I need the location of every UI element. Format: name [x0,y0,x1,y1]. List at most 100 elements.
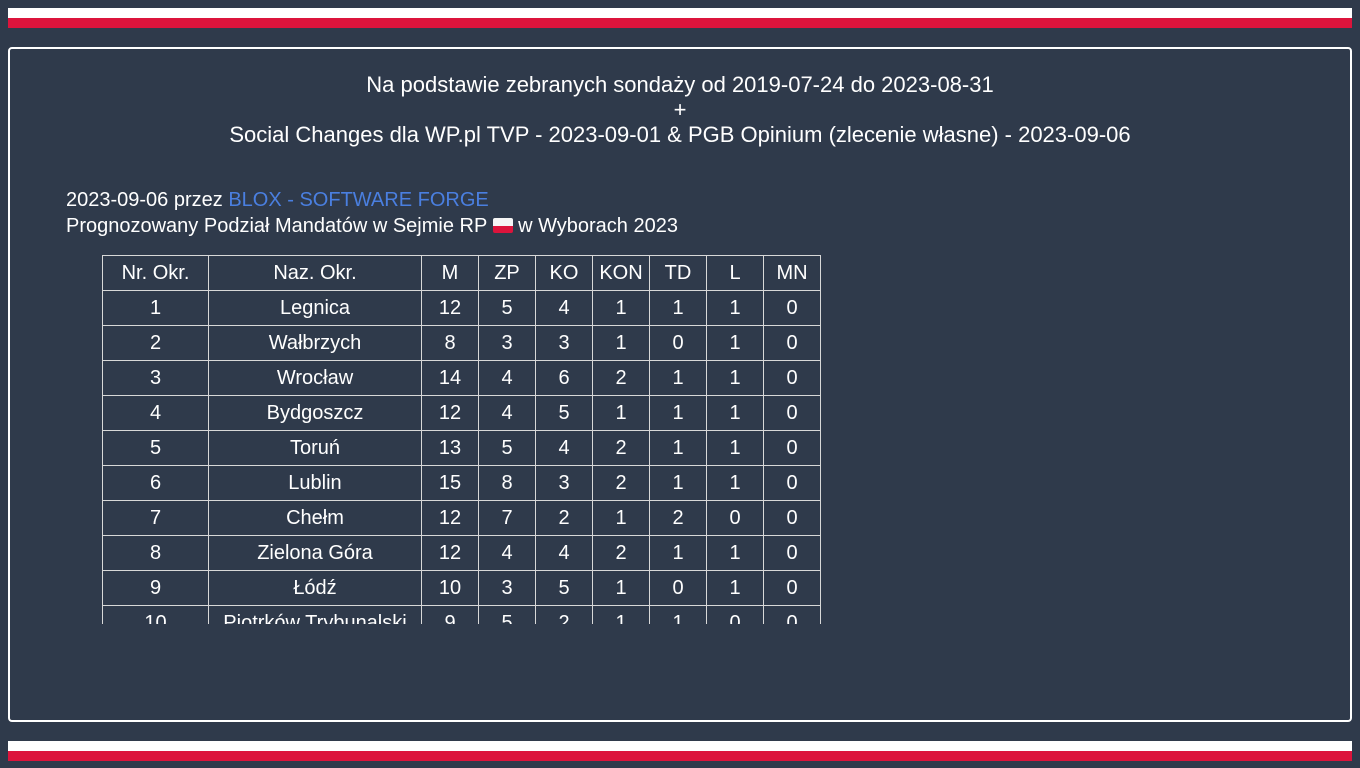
table-cell: 12 [421,395,479,431]
table-cell: 4 [478,395,536,431]
table-cell: 7 [102,500,209,536]
table-cell: 6 [535,360,593,396]
table-cell: 0 [763,395,821,431]
table-cell: 1 [649,430,707,466]
table-cell: Piotrków Trybunalski [208,605,422,624]
subtitle: Prognozowany Podział Mandatów w Sejmie R… [66,213,678,239]
poland-flag-icon [492,218,513,233]
table-row: 9 Łódź 10 3 5 1 0 1 0 [102,570,821,606]
flag-white-band [8,8,1352,18]
table-cell: 12 [421,500,479,536]
table-row: 4 Bydgoszcz 12 4 5 1 1 1 0 [102,395,821,431]
flag-white-band [8,741,1352,751]
table-cell: 5 [478,430,536,466]
results-panel: Na podstawie zebranych sondaży od 2019-0… [8,47,1352,722]
seats-table: Nr. Okr. Naz. Okr. M ZP KO KON TD L MN 1 Legnica 1… [102,255,821,624]
table-cell: 8 [421,325,479,361]
table-row: 1 Legnica 12 5 4 1 1 1 0 [102,290,821,326]
table-cell: 10 [421,570,479,606]
table-cell: 0 [763,570,821,606]
table-cell: 1 [706,570,764,606]
column-header: TD [649,255,707,291]
table-cell: 2 [592,465,650,501]
column-header: M [421,255,479,291]
table-row: 6 Lublin 15 8 3 2 1 1 0 [102,465,821,501]
table-cell: 0 [763,535,821,571]
table-cell: 12 [421,290,479,326]
table-cell: 1 [649,465,707,501]
table-cell: 12 [421,535,479,571]
heading-line-3: Social Changes dla WP.pl TVP - 2023-09-0… [229,122,1131,147]
table-cell: 1 [706,395,764,431]
table-cell: 2 [102,325,209,361]
table-cell: 1 [649,290,707,326]
flag-stripe-top [8,8,1352,28]
heading-line-1: Na podstawie zebranych sondaży od 2019-0… [366,72,994,97]
table-cell: Zielona Góra [208,535,422,571]
table-cell: 1 [592,605,650,624]
table-cell: 0 [763,430,821,466]
table-cell: 0 [763,360,821,396]
table-cell: 1 [649,395,707,431]
table-cell: 2 [535,500,593,536]
table-row: 5 Toruń 13 5 4 2 1 1 0 [102,430,821,466]
table-cell: 4 [535,430,593,466]
table-scroll-area[interactable]: Nr. Okr. Naz. Okr. M ZP KO KON TD L MN 1 Legnica 1… [102,255,842,624]
column-header: MN [763,255,821,291]
column-header: Naz. Okr. [208,255,422,291]
table-cell: Łódź [208,570,422,606]
table-cell: Wrocław [208,360,422,396]
column-header: ZP [478,255,536,291]
table-header-row: Nr. Okr. Naz. Okr. M ZP KO KON TD L MN [102,255,821,291]
table-cell: 6 [102,465,209,501]
table-cell: 0 [763,605,821,624]
table-cell: 2 [592,430,650,466]
table-row: 3 Wrocław 14 4 6 2 1 1 0 [102,360,821,396]
table-cell: 1 [706,360,764,396]
table-cell: 1 [649,535,707,571]
column-header: Nr. Okr. [102,255,209,291]
table-row: 10 Piotrków Trybunalski 9 5 2 1 1 0 0 [102,605,821,624]
table-cell: Legnica [208,290,422,326]
table-cell: 3 [478,570,536,606]
table-cell: 1 [592,290,650,326]
table-cell: 4 [478,535,536,571]
table-cell: 4 [535,535,593,571]
table-cell: Chełm [208,500,422,536]
table-cell: 0 [706,605,764,624]
table-row: 8 Zielona Góra 12 4 4 2 1 1 0 [102,535,821,571]
table-cell: 5 [102,430,209,466]
table-cell: 2 [592,535,650,571]
table-cell: 5 [535,395,593,431]
table-cell: 1 [649,605,707,624]
table-cell: 8 [478,465,536,501]
table-cell: 2 [535,605,593,624]
table-cell: 0 [763,465,821,501]
table-cell: 0 [649,570,707,606]
table-cell: 1 [706,430,764,466]
table-row: 7 Chełm 12 7 2 1 2 0 0 [102,500,821,536]
table-cell: 0 [763,500,821,536]
table-cell: Wałbrzych [208,325,422,361]
table-cell: 7 [478,500,536,536]
meta-block: 2023-09-06 przez BLOX - SOFTWARE FORGE P… [66,187,678,239]
table-cell: 1 [592,570,650,606]
table-cell: 4 [535,290,593,326]
author-link[interactable]: BLOX - SOFTWARE FORGE [228,189,488,211]
table-cell: Lublin [208,465,422,501]
table-cell: 1 [592,500,650,536]
table-cell: Bydgoszcz [208,395,422,431]
table-cell: 15 [421,465,479,501]
table-cell: 0 [706,500,764,536]
table-cell: 4 [102,395,209,431]
table-cell: 14 [421,360,479,396]
subtitle-before: Prognozowany Podział Mandatów w Sejmie R… [66,215,493,237]
table-cell: 1 [706,465,764,501]
byline-date: 2023-09-06 przez [66,189,229,211]
table-cell: 1 [706,325,764,361]
table-cell: 1 [706,290,764,326]
table-cell: 5 [478,290,536,326]
table-cell: 4 [478,360,536,396]
heading-line-2: + [673,97,687,122]
table-cell: 3 [102,360,209,396]
